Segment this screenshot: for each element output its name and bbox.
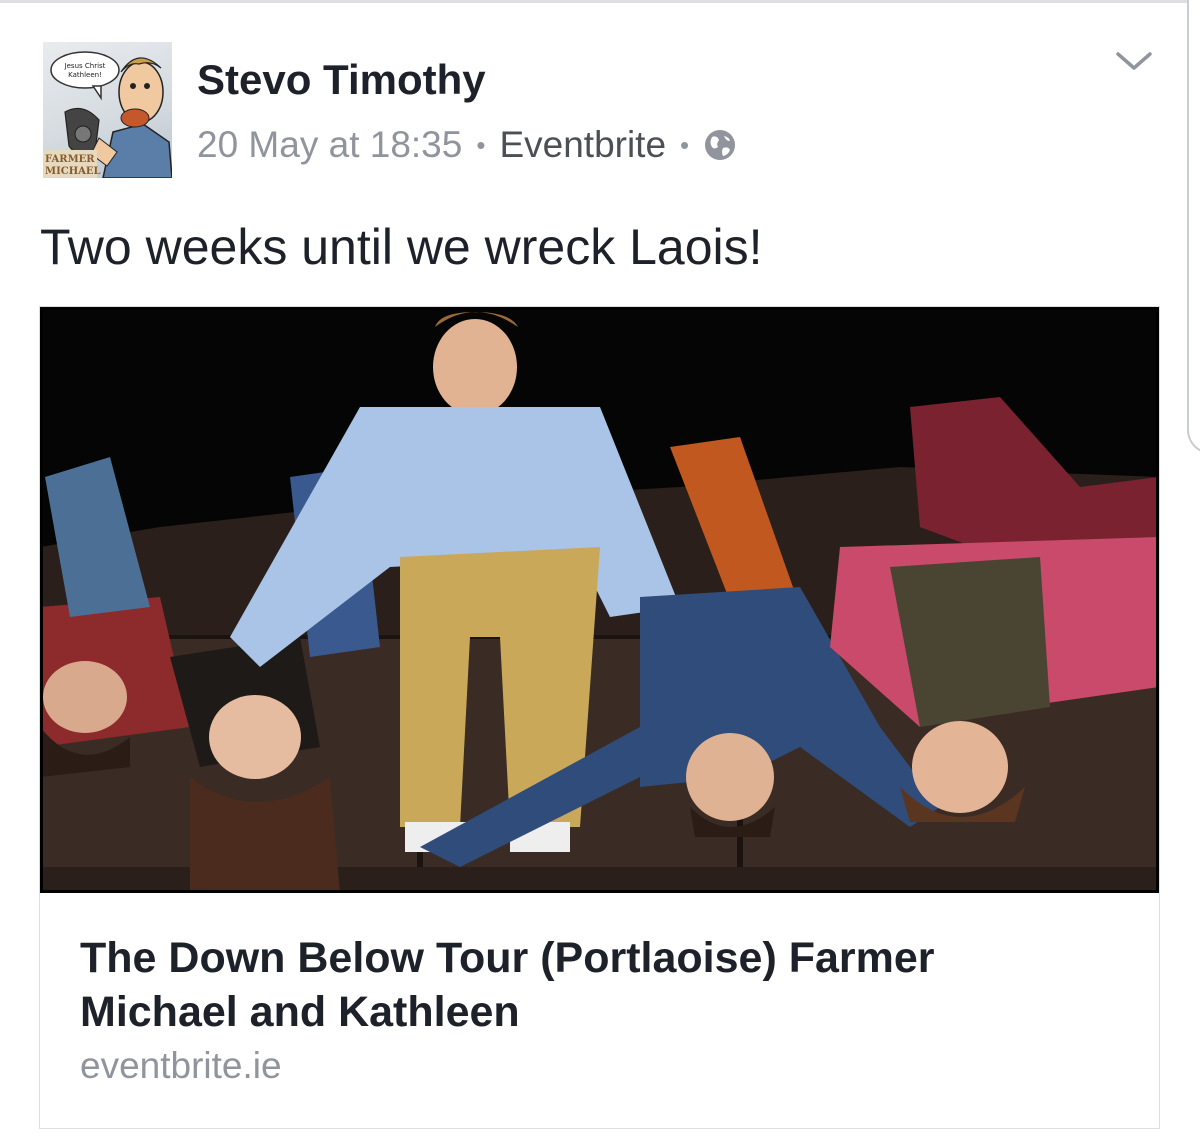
link-title[interactable]: The Down Below Tour (Portlaoise) Farmer … [80, 931, 1100, 1039]
chevron-down-icon[interactable] [1112, 44, 1156, 78]
meta-separator: • [476, 129, 486, 160]
post-meta: 20 May at 18:35 • Eventbrite • [197, 124, 737, 166]
link-preview-image[interactable] [40, 307, 1159, 893]
meta-separator: • [680, 129, 690, 160]
globe-icon [703, 128, 737, 162]
group-photo-image [40, 307, 1159, 893]
svg-text:Jesus Christ: Jesus Christ [64, 62, 106, 70]
link-preview-card[interactable]: The Down Below Tour (Portlaoise) Farmer … [39, 306, 1160, 1129]
link-domain: eventbrite.ie [80, 1045, 282, 1086]
post-timestamp[interactable]: 20 May at 18:35 [197, 124, 462, 166]
avatar[interactable]: Jesus Christ Kathleen! FARMER MICHAEL [43, 42, 172, 178]
top-divider [0, 0, 1200, 3]
svg-text:Kathleen!: Kathleen! [68, 71, 102, 79]
avatar-text-art: Jesus Christ Kathleen! FARMER MICHAEL [45, 62, 106, 177]
author-name[interactable]: Stevo Timothy [197, 56, 486, 104]
scrollbar[interactable] [1187, 0, 1200, 454]
svg-text:FARMER: FARMER [45, 154, 95, 165]
svg-text:MICHAEL: MICHAEL [45, 166, 101, 177]
post-text: Two weeks until we wreck Laois! [40, 219, 763, 275]
post-source[interactable]: Eventbrite [499, 124, 666, 166]
